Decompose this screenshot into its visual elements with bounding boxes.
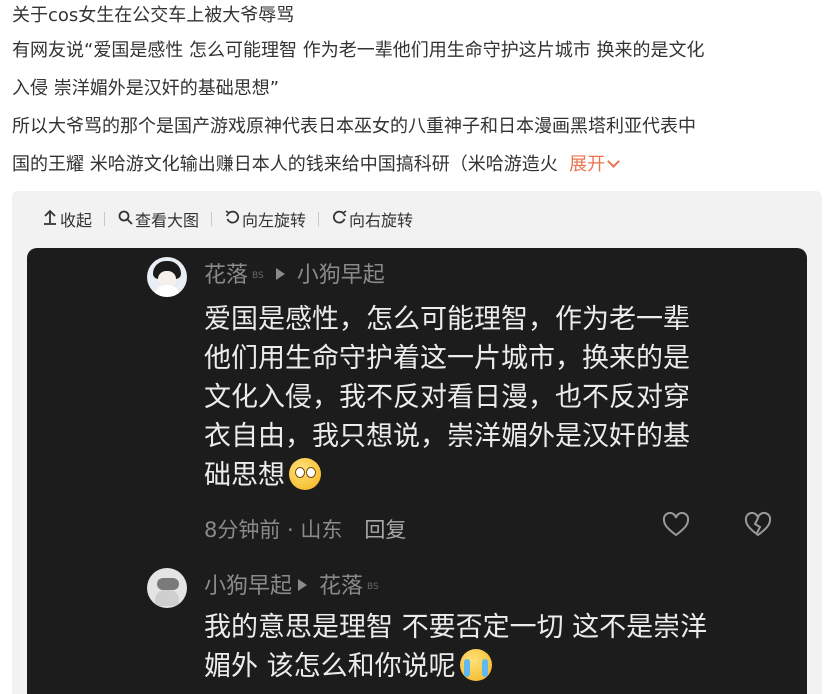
comment-line: 他们用生命守护着这一片城市，换来的是	[204, 343, 690, 374]
collapse-button[interactable]: 收起	[42, 207, 92, 231]
view-large-label: 查看大图	[135, 211, 200, 230]
comment-line: 我的意思是理智 不要否定一切 这不是崇洋	[204, 612, 708, 643]
reply-arrow-icon	[275, 268, 285, 280]
user-badge: BS	[367, 582, 379, 592]
broken-heart-icon	[744, 511, 772, 537]
arrow-up-icon	[42, 209, 58, 229]
comment-line-last: 础思想	[204, 456, 690, 495]
avatar-body	[155, 285, 179, 297]
rotate-left-label: 向左旋转	[242, 211, 307, 230]
post-text: 关于cos女生在公交车上被大爷辱骂 有网友说“爱国是感性 怎么可能理智 作为老一…	[12, 0, 828, 184]
image-toolbar: 收起 查看大图 向左旋转 向右旋转	[42, 208, 413, 230]
comment-line: 衣自由，我只想说，崇洋媚外是汉奸的基	[204, 421, 690, 452]
username: 花落	[204, 263, 249, 288]
chevron-down-icon	[607, 155, 621, 168]
reply-arrow-icon	[298, 579, 308, 591]
post-line: 有网友说“爱国是感性 怎么可能理智 作为老一辈他们用生命守护这片城市 换来的是文…	[12, 40, 705, 61]
comment-line: 础思想	[204, 460, 285, 491]
reply-to-username: 花落	[319, 574, 364, 599]
comment-screenshot: 花落 BS 小狗早起 爱国是感性，怎么可能理智，作为老一辈 他们用生命守护着这一片城…	[27, 248, 807, 694]
eye-roll-emoji-icon	[289, 457, 321, 490]
avatar	[147, 568, 187, 608]
magnifier-icon	[117, 210, 133, 229]
toolbar-divider	[104, 212, 106, 226]
username: 小狗早起	[204, 574, 293, 599]
user-badge: BS	[252, 271, 264, 281]
comment-meta: 8分钟前 · 山东 回复	[204, 514, 406, 544]
expand-link[interactable]: 展开	[569, 154, 621, 175]
image-viewer: 收起 查看大图 向左旋转 向右旋转 花落 BS 小狗早起 爱国是感性，怎么可能理…	[12, 191, 822, 694]
comment-text: 爱国是感性，怎么可能理智，作为老一辈 他们用生命守护着这一片城市，换来的是 文化…	[204, 300, 690, 495]
comment-user-line: 花落 BS 小狗早起	[204, 262, 385, 290]
comment-text: 我的意思是理智 不要否定一切 这不是崇洋 媚外 该怎么和你说呢	[204, 608, 707, 686]
post-line-text: 国的王耀 米哈游文化输出赚日本人的钱来给中国搞科研（米哈游造火	[12, 154, 558, 175]
rotate-left-button[interactable]: 向左旋转	[224, 207, 306, 231]
expand-label: 展开	[569, 154, 606, 175]
post-title: 关于cos女生在公交车上被大爷辱骂	[12, 5, 295, 26]
comment-time: 8分钟前 · 山东	[204, 518, 343, 542]
reply-to-username: 小狗早起	[296, 263, 385, 288]
comment-line-last: 媚外 该怎么和你说呢	[204, 647, 707, 686]
toolbar-divider	[211, 212, 213, 226]
avatar	[147, 257, 187, 297]
crying-emoji-icon	[459, 648, 492, 681]
reply-button: 回复	[364, 518, 407, 542]
post-line-last: 国的王耀 米哈游文化输出赚日本人的钱来给中国搞科研（米哈游造火 展开	[12, 146, 828, 184]
post-line: 入侵 崇洋媚外是汉奸的基础思想”	[12, 78, 280, 99]
rotate-right-label: 向右旋转	[349, 211, 414, 230]
avatar-hair	[157, 578, 179, 590]
comment-line: 文化入侵，我不反对看日漫，也不反对穿	[204, 382, 690, 413]
avatar-body	[155, 590, 179, 606]
comment-user-line: 小狗早起 花落 BS	[204, 573, 385, 601]
rotate-right-icon	[331, 209, 347, 229]
comment-line: 爱国是感性，怎么可能理智，作为老一辈	[204, 304, 690, 335]
view-large-button[interactable]: 查看大图	[117, 207, 199, 231]
collapse-label: 收起	[60, 211, 93, 230]
comment-line: 媚外 该怎么和你说呢	[204, 651, 456, 682]
toolbar-divider	[318, 212, 320, 226]
heart-outline-icon	[662, 511, 690, 537]
post-line: 所以大爷骂的那个是国产游戏原神代表日本巫女的八重神子和日本漫画黑塔利亚代表中	[12, 116, 696, 137]
rotate-right-button[interactable]: 向右旋转	[331, 207, 413, 231]
rotate-left-icon	[224, 209, 240, 229]
